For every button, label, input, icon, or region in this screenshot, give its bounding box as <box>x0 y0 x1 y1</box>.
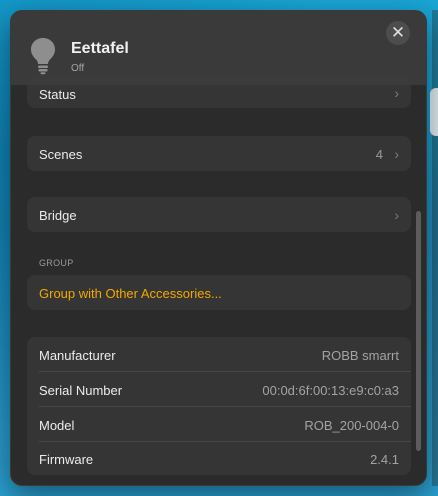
accessory-state: Off <box>71 63 85 74</box>
info-row-serial-number: Serial Number 00:0d:6f:00:13:e9:c0:a3 <box>27 372 411 406</box>
bridge-label: Bridge <box>39 208 77 223</box>
background-card <box>430 88 438 136</box>
bridge-row[interactable]: Bridge › <box>27 197 411 232</box>
info-value: ROB_200-004-0 <box>304 418 399 433</box>
close-button[interactable]: ✕ <box>386 21 410 45</box>
scenes-count: 4 <box>375 147 383 162</box>
accessory-settings-dialog: Eettafel Off ✕ Status › Scenes 4 › Bridg… <box>10 10 427 486</box>
group-with-accessories-button[interactable]: Group with Other Accessories... <box>27 275 411 310</box>
info-row-firmware: Firmware 2.4.1 <box>27 441 411 475</box>
info-key: Manufacturer <box>39 348 116 363</box>
info-key: Serial Number <box>39 383 123 398</box>
info-value: 00:0d:6f:00:13:e9:c0:a3 <box>262 383 399 398</box>
scrollbar[interactable] <box>416 211 421 451</box>
scenes-label: Scenes <box>39 147 83 162</box>
info-value: 2.4.1 <box>370 452 399 467</box>
info-row-manufacturer: Manufacturer ROBB smarrt <box>27 337 411 371</box>
chevron-right-icon: › <box>394 146 399 162</box>
chevron-right-icon: › <box>394 85 399 101</box>
close-icon: ✕ <box>390 23 406 42</box>
scenes-row[interactable]: Scenes 4 › <box>27 136 411 171</box>
info-row-model: Model ROB_200-004-0 <box>27 407 411 441</box>
info-key: Firmware <box>39 452 94 467</box>
background-edge <box>432 10 438 486</box>
group-section-header: GROUP <box>39 258 74 268</box>
group-action-label: Group with Other Accessories... <box>39 286 222 301</box>
info-key: Model <box>39 418 75 433</box>
lightbulb-icon <box>31 38 55 75</box>
accessory-info-card: Manufacturer ROBB smarrt Serial Number 0… <box>27 337 411 475</box>
dialog-header: Eettafel Off ✕ <box>11 11 426 85</box>
chevron-right-icon: › <box>394 207 399 223</box>
info-value: ROBB smarrt <box>321 348 399 363</box>
accessory-name: Eettafel <box>71 40 129 57</box>
status-label: Status <box>39 87 76 102</box>
